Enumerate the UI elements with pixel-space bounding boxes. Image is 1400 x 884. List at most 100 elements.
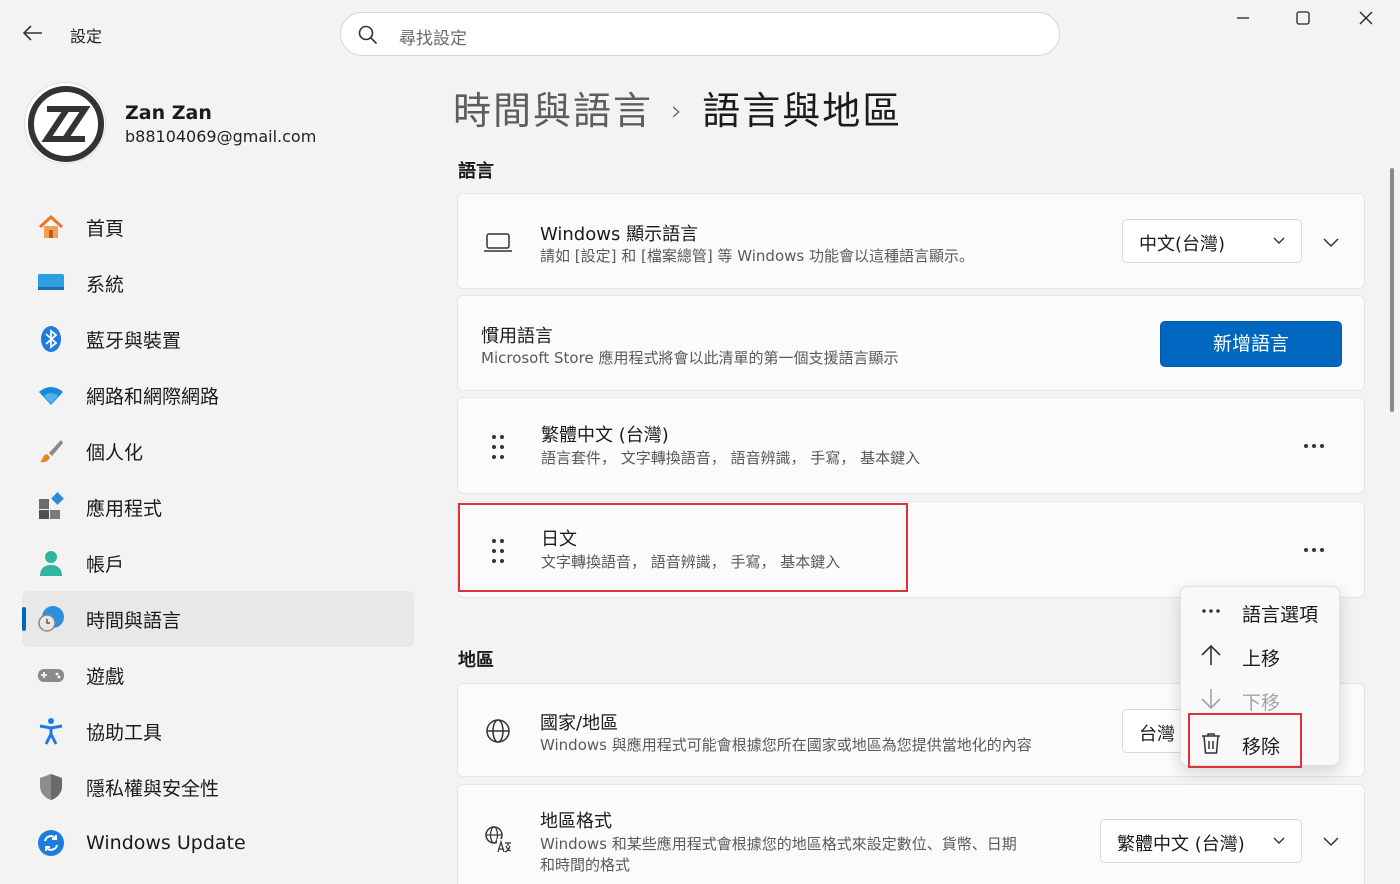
user-name: Zan Zan (125, 102, 212, 124)
regional-format-icon (485, 826, 512, 853)
chevron-down-icon (1273, 237, 1285, 244)
sidebar-item-system[interactable]: 系統 (22, 255, 414, 311)
arrow-down-icon (1201, 689, 1221, 710)
gamepad-icon (36, 660, 66, 690)
account-icon (36, 548, 66, 578)
region-section-heading: 地區 (458, 650, 494, 671)
app-title: 設定 (70, 27, 103, 46)
sidebar-item-bluetooth[interactable]: 藍牙與裝置 (22, 311, 414, 367)
language-name: 繁體中文 (台灣) (541, 425, 669, 446)
sidebar-item-time-language[interactable]: 時間與語言 (22, 591, 414, 647)
regional-format-title: 地區格式 (540, 811, 612, 832)
laptop-icon (484, 233, 512, 252)
sidebar-item-label: 帳戶 (86, 553, 125, 576)
regional-format-card: 地區格式 Windows 和某些應用程式會根據您的地區格式來設定數位、貨幣、日期… (457, 784, 1365, 884)
sidebar-item-gaming[interactable]: 遊戲 (22, 647, 414, 703)
sidebar-item-label: 首頁 (86, 217, 125, 240)
menu-item-language-options[interactable]: 語言選項 (1181, 589, 1341, 633)
wifi-icon (36, 380, 66, 410)
preferred-languages-card: 慣用語言 Microsoft Store 應用程式將會以此清單的第一個支援語言顯… (457, 295, 1365, 391)
expand-chevron-icon[interactable] (1321, 232, 1341, 252)
highlight-remove-item (1188, 713, 1302, 768)
apps-icon (36, 492, 66, 522)
maximize-icon (1296, 11, 1310, 25)
menu-item-move-up[interactable]: 上移 (1181, 633, 1341, 677)
arrow-up-icon (1201, 644, 1221, 665)
regional-format-value: 繁體中文 (台灣) (1117, 834, 1245, 855)
breadcrumb-parent[interactable]: 時間與語言 (453, 89, 653, 133)
preferred-languages-title: 慣用語言 (481, 326, 553, 347)
sidebar-item-label: 時間與語言 (86, 609, 182, 632)
sidebar-item-apps[interactable]: 應用程式 (22, 479, 414, 535)
highlight-japanese-row (458, 503, 908, 592)
country-region-value: 台灣 (1139, 724, 1175, 745)
sidebar-item-label: 藍牙與裝置 (86, 329, 182, 352)
regional-format-description: Windows 和某些應用程式會根據您的地區格式來設定數位、貨幣、日期 (540, 835, 1017, 853)
regional-format-dropdown[interactable]: 繁體中文 (台灣) (1100, 819, 1302, 863)
breadcrumb-separator: › (671, 94, 685, 127)
language-row-traditional-chinese[interactable]: 繁體中文 (台灣) 語言套件， 文字轉換語音， 語音辨識， 手寫， 基本鍵入 (457, 397, 1365, 494)
more-icon[interactable] (1302, 540, 1326, 560)
sidebar-item-label: Windows Update (86, 832, 246, 854)
regional-format-description-continued: 和時間的格式 (540, 856, 631, 874)
add-language-button[interactable]: 新增語言 (1160, 321, 1342, 367)
windows-display-language-card: Windows 顯示語言 請如 [設定] 和 [檔案總管] 等 Windows … (457, 193, 1365, 289)
close-icon (1359, 11, 1373, 25)
avatar[interactable] (24, 82, 106, 164)
sidebar-item-label: 個人化 (86, 441, 144, 464)
menu-item-label: 語言選項 (1242, 604, 1319, 626)
sidebar-item-accounts[interactable]: 帳戶 (22, 535, 414, 591)
maximize-button[interactable] (1288, 8, 1318, 34)
home-icon (36, 212, 66, 242)
display-language-title: Windows 顯示語言 (540, 224, 699, 245)
language-section-heading: 語言 (458, 161, 494, 182)
update-icon (36, 828, 66, 858)
minimize-button[interactable] (1228, 8, 1258, 34)
more-icon (1202, 609, 1220, 613)
preferred-languages-description: Microsoft Store 應用程式將會以此清單的第一個支援語言顯示 (481, 349, 899, 367)
back-button[interactable] (20, 20, 46, 46)
country-region-title: 國家/地區 (540, 713, 619, 734)
display-language-value: 中文(台灣) (1139, 234, 1226, 255)
brush-icon (36, 436, 66, 466)
minimize-icon (1237, 17, 1249, 19)
display-language-dropdown[interactable]: 中文(台灣) (1122, 219, 1302, 263)
search-box[interactable]: 尋找設定 (340, 12, 1060, 56)
accessibility-icon (36, 716, 66, 746)
sidebar-item-windows-update[interactable]: Windows Update (22, 815, 414, 871)
sidebar-item-personalization[interactable]: 個人化 (22, 423, 414, 479)
scrollbar[interactable] (1390, 168, 1394, 412)
menu-item-label: 上移 (1242, 648, 1281, 670)
sidebar-item-privacy[interactable]: 隱私權與安全性 (22, 759, 414, 815)
country-region-description: Windows 與應用程式可能會根據您所在國家或地區為您提供當地化的內容 (540, 736, 1032, 754)
drag-handle-icon[interactable] (488, 432, 508, 462)
shield-icon (36, 772, 66, 802)
close-button[interactable] (1351, 8, 1381, 34)
bluetooth-icon (36, 324, 66, 354)
title-bar: 設定 尋找設定 (0, 0, 1400, 60)
sidebar-nav: 首頁 系統 藍牙與裝置 網路和網際網路 個人化 應用程式 帳戶 時間與語言 遊戲… (22, 199, 414, 871)
sidebar-item-label: 系統 (86, 273, 125, 296)
sidebar-item-label: 遊戲 (86, 665, 125, 688)
sidebar-item-accessibility[interactable]: 協助工具 (22, 703, 414, 759)
sidebar-item-network[interactable]: 網路和網際網路 (22, 367, 414, 423)
chevron-down-icon (1273, 837, 1285, 844)
sidebar-item-label: 應用程式 (86, 497, 163, 520)
sidebar-item-label: 協助工具 (86, 721, 163, 744)
more-icon[interactable] (1302, 436, 1326, 456)
language-features: 語言套件， 文字轉換語音， 語音辨識， 手寫， 基本鍵入 (541, 449, 921, 467)
display-language-description: 請如 [設定] 和 [檔案總管] 等 Windows 功能會以這種語言顯示。 (540, 247, 974, 265)
user-email: b88104069@gmail.com (125, 127, 317, 146)
globe-icon (486, 719, 510, 743)
search-icon (358, 25, 378, 45)
page-title: 語言與地區 (702, 89, 903, 133)
system-icon (36, 268, 66, 298)
search-input[interactable]: 尋找設定 (399, 24, 467, 49)
sidebar-item-label: 隱私權與安全性 (86, 777, 220, 800)
expand-chevron-icon[interactable] (1321, 831, 1341, 851)
breadcrumb: 時間與語言 › 語言與地區 (453, 80, 902, 135)
sidebar-item-label: 網路和網際網路 (86, 385, 220, 408)
sidebar-item-home[interactable]: 首頁 (22, 199, 414, 255)
time-language-icon (36, 604, 66, 634)
back-arrow-icon (22, 25, 42, 41)
